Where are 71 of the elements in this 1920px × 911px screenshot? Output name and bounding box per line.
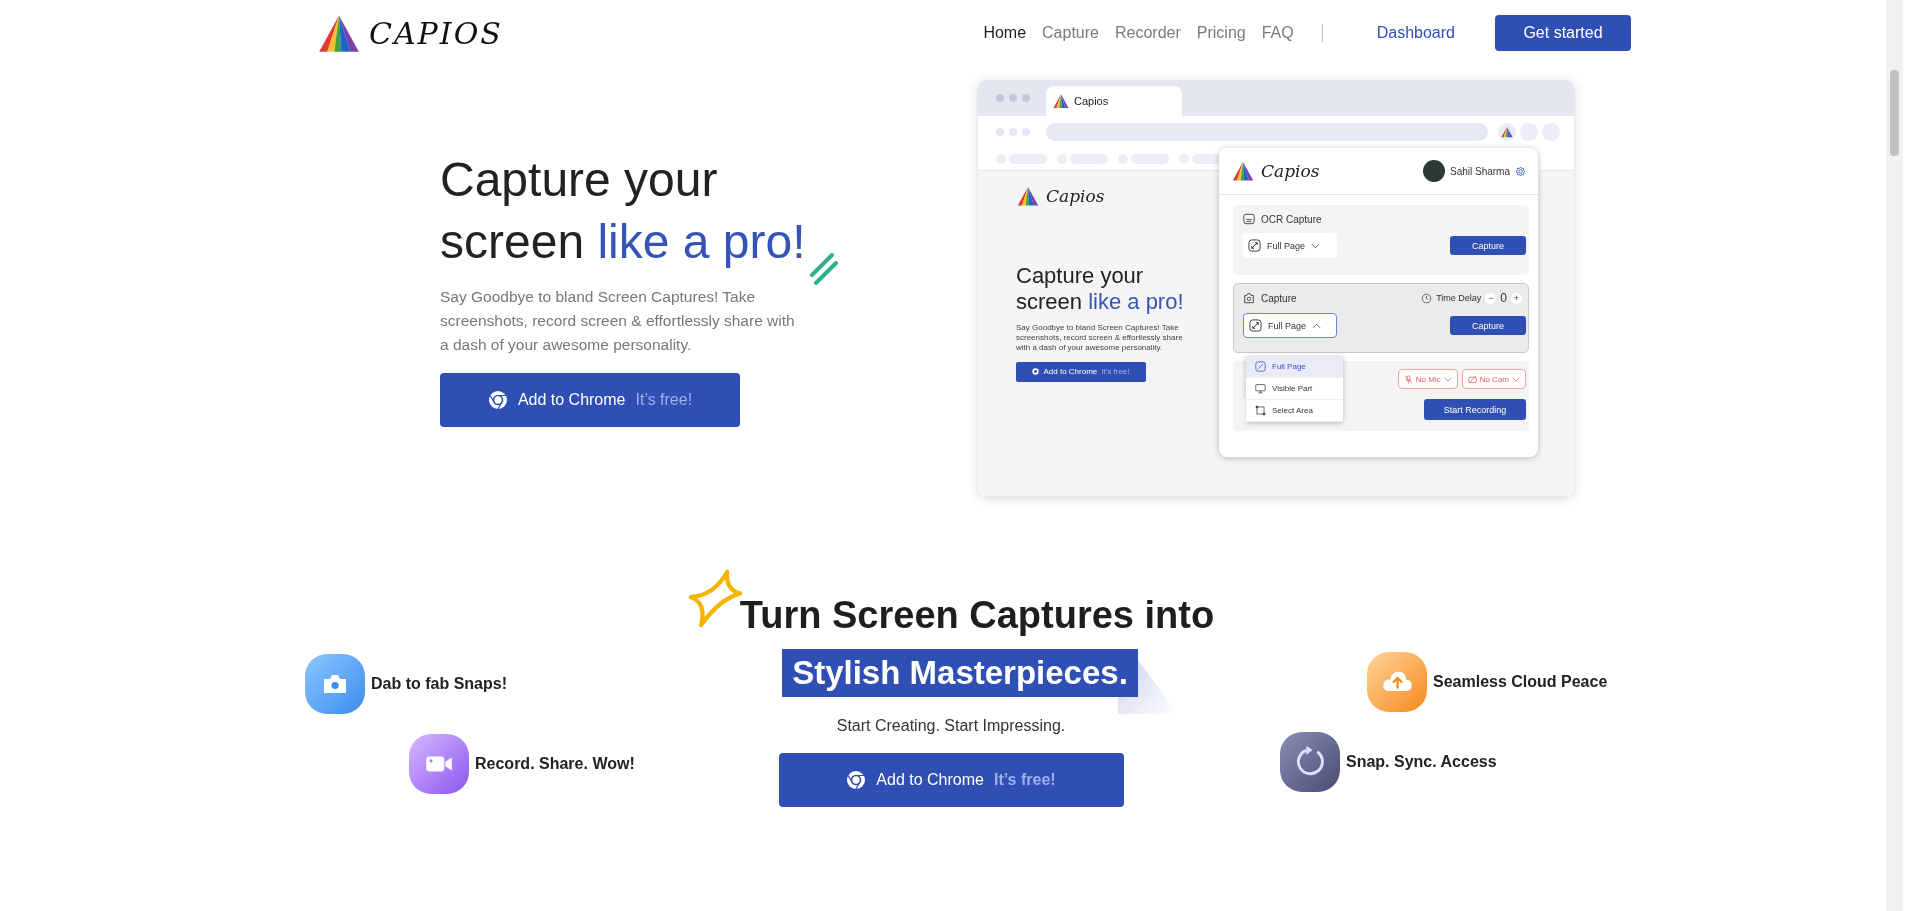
navigation-buttons-icon <box>996 128 1030 136</box>
ocr-icon <box>1243 213 1255 225</box>
mode-select[interactable]: Full Page <box>1243 313 1337 338</box>
hero-description: Say Goodbye to bland Screen Captures! Take screenshots, record screen & effortlessly share with a dash of your awesome personality. <box>440 287 796 355</box>
nav-link[interactable]: FAQ <box>1261 24 1294 42</box>
logo-text: Capios <box>1046 186 1105 206</box>
increment-button[interactable]: + <box>1511 292 1522 304</box>
nav-link[interactable]: Capture <box>1042 24 1099 42</box>
crop-area-icon <box>1255 405 1266 416</box>
add-to-chrome-button[interactable]: Add to Chrome It’s free! <box>778 753 1124 807</box>
delay-value: 0 <box>1500 291 1507 305</box>
logo-text: Capios <box>1261 161 1320 181</box>
camera-icon <box>305 654 365 714</box>
capture-button[interactable]: Capture <box>1450 236 1526 255</box>
chrome-icon <box>846 770 867 790</box>
chrome-icon <box>1032 368 1040 375</box>
settings-icon[interactable] <box>1515 165 1526 177</box>
cloud-upload-icon <box>1367 652 1427 712</box>
logo-icon <box>1016 185 1040 207</box>
scrollbar[interactable] <box>1886 0 1903 911</box>
chevron-up-icon <box>1312 322 1322 329</box>
camera-toggle[interactable]: No Cam <box>1461 369 1526 389</box>
nav-link[interactable]: Pricing <box>1196 24 1246 42</box>
get-started-button[interactable]: Get started <box>1495 15 1631 51</box>
nav-link[interactable]: Recorder <box>1115 24 1181 42</box>
chevron-down-icon <box>1443 376 1452 382</box>
logo-icon <box>1052 93 1070 109</box>
menu-item[interactable]: Select Area <box>1246 400 1343 422</box>
dashboard-link[interactable]: Dashboard <box>1376 24 1455 42</box>
avatar <box>1422 160 1445 182</box>
expand-icon <box>1255 361 1266 372</box>
highlight-heading: Stylish Masterpieces. <box>782 649 1138 697</box>
card-title: OCR Capture <box>1261 213 1322 225</box>
feature-label: Snap. Sync. Access <box>1346 753 1497 771</box>
time-delay-label: Time Delay <box>1436 293 1482 303</box>
logo-icon <box>1231 160 1255 182</box>
mode-select[interactable]: Full Page <box>1243 233 1337 258</box>
feature-label: Record. Share. Wow! <box>475 755 635 773</box>
hero-title: Capture your screen like a pro! <box>440 152 806 270</box>
window-controls-icon <box>996 94 1030 102</box>
capture-button[interactable]: Capture <box>1450 316 1526 335</box>
clock-icon <box>1421 292 1433 304</box>
expand-icon <box>1248 239 1261 252</box>
chevron-down-icon <box>1512 376 1520 382</box>
chevron-down-icon <box>1311 242 1321 249</box>
video-camera-icon <box>409 734 469 794</box>
microphone-toggle[interactable]: No Mic <box>1397 369 1458 389</box>
logo-text[interactable]: CAPIOS <box>369 15 503 51</box>
page-title: Capture your screen like a pro! <box>1016 263 1184 315</box>
add-to-chrome-button[interactable]: Add to Chrome It’s free! <box>440 373 740 427</box>
accent-strokes-icon <box>807 251 838 285</box>
sync-icon <box>1280 732 1340 792</box>
monitor-icon <box>1255 383 1266 394</box>
section-subtitle: Start Creating. Start Impressing. <box>836 717 1066 735</box>
feature-label: Dab to fab Snaps! <box>371 675 507 693</box>
section-heading: Turn Screen Captures into <box>739 594 1215 637</box>
extension-icon <box>1498 123 1516 141</box>
card-title: Capture <box>1261 292 1297 304</box>
user-name: Sahil Sharma <box>1449 165 1510 177</box>
expand-icon <box>1249 319 1262 332</box>
chrome-icon <box>487 390 508 410</box>
camera-icon <box>1243 292 1255 304</box>
menu-item[interactable]: Full Page <box>1246 356 1343 378</box>
feature-label: Seamless Cloud Peace <box>1433 673 1608 691</box>
start-recording-button[interactable]: Start Recording <box>1424 399 1526 420</box>
menu-item[interactable]: Visible Part <box>1246 378 1343 400</box>
camera-off-icon <box>1467 374 1477 384</box>
page-description: Say Goodbye to bland Screen Captures! Take screenshots, record screen & effortlessly share with a dash of your awesome personality. <box>1016 323 1184 353</box>
microphone-off-icon <box>1403 374 1413 384</box>
nav-link[interactable]: Home <box>983 24 1027 42</box>
decrement-button[interactable]: − <box>1485 292 1497 304</box>
